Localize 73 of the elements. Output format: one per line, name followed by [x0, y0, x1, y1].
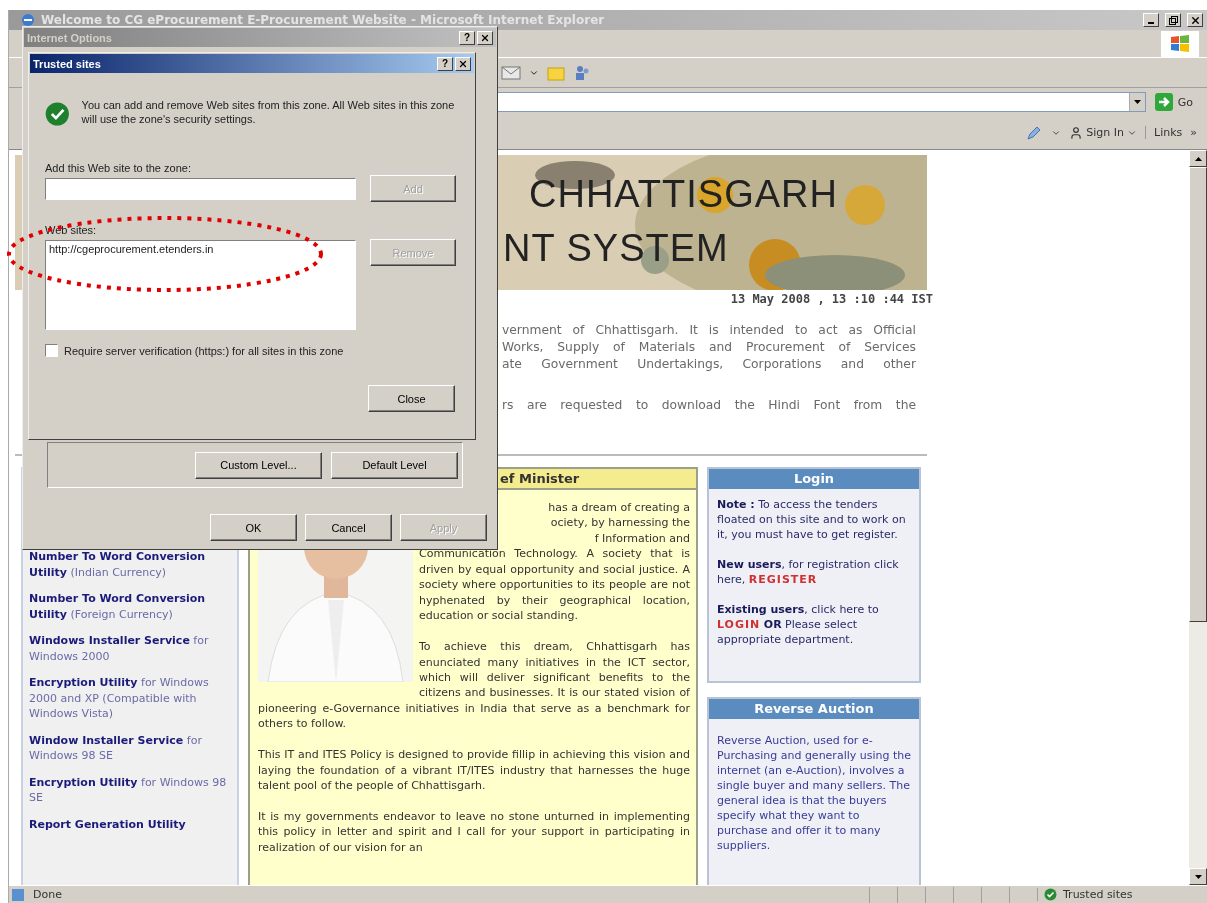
download-link[interactable]: Number To Word Conversion Utility (Indian Currency) — [29, 549, 231, 580]
close-dialog-button[interactable]: Close — [368, 385, 455, 412]
panel-title: Login — [709, 469, 919, 489]
download-link[interactable]: Report Generation Utility — [29, 816, 231, 832]
more-button[interactable]: » — [1190, 126, 1197, 139]
close-icon — [1189, 14, 1201, 26]
close-icon — [458, 58, 468, 69]
checkbox-label: Require server verification (https:) for all sites in this zone — [64, 344, 344, 357]
download-link[interactable]: Window Installer Service for Windows 98 SE — [29, 732, 231, 764]
restore-icon — [1168, 15, 1178, 25]
level-button[interactable]: Default Level — [331, 451, 458, 479]
restore-button[interactable] — [1165, 13, 1181, 27]
websites-list[interactable]: http://cgeprocurement.etenders.in — [45, 240, 356, 330]
help-button[interactable]: ? — [437, 56, 453, 71]
body-text: Communication Technology. A society that is driven by equal opportunity and social justice. A society where opportunities to its people are not hyphenated by their geographical location, education or social standing. — [418, 546, 690, 624]
checkbox[interactable] — [45, 344, 58, 357]
login-note: Note : To access the tenders floated on this site and to work on it, you must have to get register. — [717, 497, 907, 542]
description-text: You can add and remove Web sites from this zone. All Web sites in this zone will use the zone's security settings. — [81, 98, 456, 126]
dialog-button[interactable]: OK — [210, 514, 297, 541]
intro-text: ate Government Undertakings, Corporations and other — [502, 356, 916, 373]
level-button[interactable]: Custom Level... — [195, 451, 322, 479]
dialog-title: Internet Options — [27, 31, 113, 44]
close-button[interactable] — [1187, 13, 1203, 27]
scroll-down-button[interactable] — [1189, 868, 1207, 885]
scrollbar[interactable] — [1189, 150, 1207, 885]
website-input[interactable] — [45, 178, 356, 200]
intro-text: Works, Supply of Materials and Procurement of Services — [502, 339, 916, 356]
scroll-up-button[interactable] — [1189, 150, 1207, 167]
banner-title: NT SYSTEM — [503, 226, 730, 271]
list-item[interactable]: http://cgeprocurement.etenders.in — [49, 243, 352, 255]
body-text: To achieve this dream, Chhattisgarh has enunciated many initiatives in the ICT sector, which will deliver significant benefits to the citizens and businesses. It is our stated vision of pioneering e-Governance initiatives in India that serve as a benchmark for others to follow. — [258, 639, 690, 732]
user-icon — [1069, 125, 1084, 140]
download-link[interactable]: Encryption Utility for Windows 2000 and XP (Compatible with Windows Vista) — [29, 675, 231, 722]
download-link[interactable]: Windows Installer Service for Windows 2000 — [29, 633, 231, 664]
body-text: This IT and ITES Policy is designed to provide fillip in achieving this vision and laying the foundation of a vibrant IT/ITES industry that harnesses the huge talent pool of the people of Chhattisgarh. — [258, 747, 690, 794]
page-icon — [11, 887, 27, 902]
links-button[interactable]: Links — [1145, 126, 1183, 139]
link[interactable]: REGISTER — [748, 573, 818, 586]
download-link[interactable]: Number To Word Conversion Utility (Foreign Currency) — [29, 591, 231, 622]
intro-text: vernment of Chhattisgarh. It is intended to act as Official — [502, 322, 916, 339]
panel-title: Reverse Auction — [709, 699, 919, 719]
zone-text: Trusted sites — [1063, 888, 1133, 901]
down-arrow-icon — [1194, 874, 1202, 879]
auction-text: Reverse Auction, used for e-Purchasing and generally using the internet (an e-Auction), involves a single buyer and many sellers. The general idea is that the buyers specify what they want to purchase and offer it to many suppliers. — [716, 733, 912, 853]
status-text: Done — [32, 888, 63, 901]
up-arrow-icon — [1194, 156, 1202, 161]
mail-icon[interactable] — [501, 64, 521, 81]
check-icon — [1044, 888, 1057, 901]
dialog-button[interactable]: Cancel — [305, 514, 392, 541]
scroll-thumb[interactable] — [1189, 167, 1207, 622]
sign-in-button[interactable]: Sign In — [1069, 125, 1137, 140]
notice-text: rs are requested to download the Hindi Font from the — [502, 397, 916, 414]
body-text: f Information and — [594, 530, 690, 547]
messenger-icon[interactable] — [573, 63, 591, 82]
help-button[interactable]: ? — [459, 30, 475, 45]
body-text: It is my governments endeavor to leave no stone unturned in implementing this policy in letter and spirit and I call for your support in participating in realization of our vision for an — [258, 809, 690, 856]
download-link[interactable]: Encryption Utility for Windows 98 SE — [29, 774, 231, 806]
link[interactable]: LOGIN — [717, 618, 761, 631]
field-label: Add this Web site to the zone: — [45, 162, 192, 174]
login-note: New users, for registration click here, REGISTER — [717, 557, 900, 587]
body-text: has a dream of creating a — [548, 500, 690, 516]
body-text: ociety, by harnessing the — [550, 515, 690, 531]
browser-icon — [21, 13, 35, 27]
close-icon — [480, 32, 490, 43]
caret-icon — [1133, 100, 1141, 104]
dialog-title: Trusted sites — [33, 57, 102, 70]
login-note: Existing users, click here to LOGIN OR Please select appropriate department. — [717, 602, 880, 647]
go-button[interactable]: Go — [1151, 92, 1195, 112]
date-time: 13 May 2008 , 13 :10 :44 IST — [729, 292, 933, 306]
minimize-button[interactable] — [1143, 13, 1159, 27]
close-button[interactable] — [455, 56, 471, 71]
close-button[interactable] — [477, 30, 493, 45]
dropdown-button[interactable] — [1128, 93, 1145, 111]
